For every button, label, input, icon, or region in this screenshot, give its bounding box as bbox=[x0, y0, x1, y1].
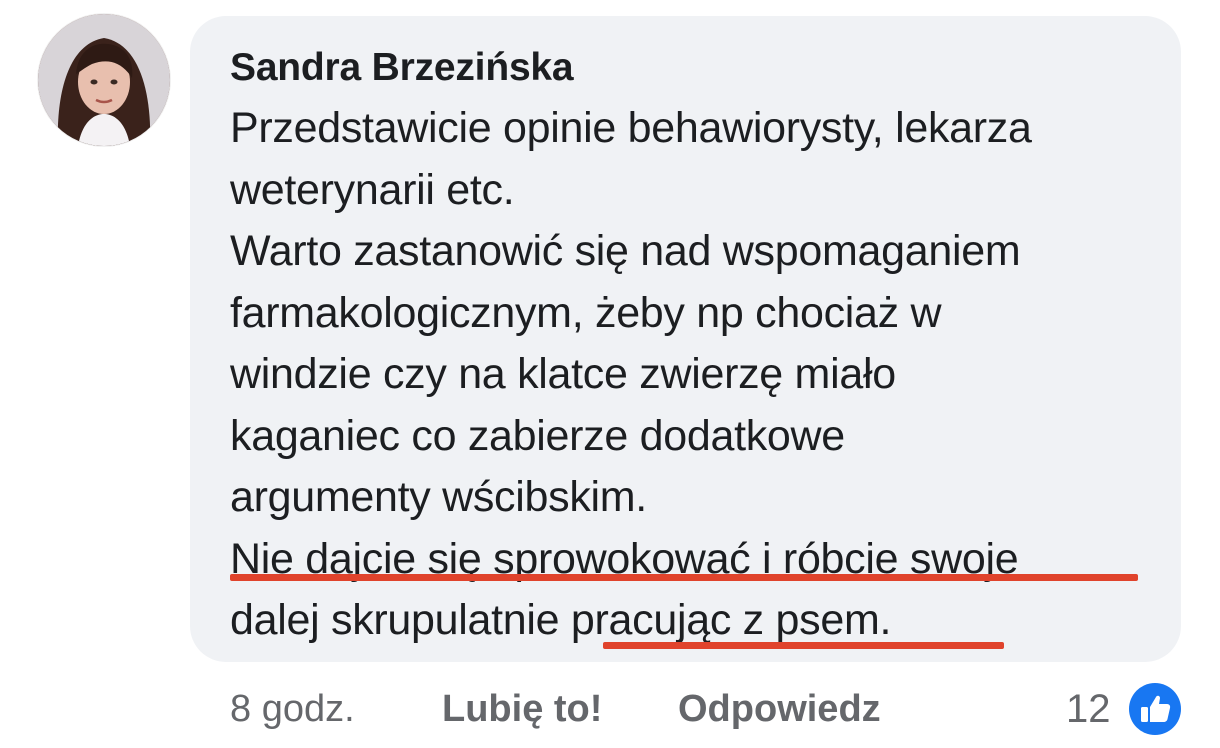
avatar[interactable] bbox=[38, 14, 170, 146]
comment-text-line: farmakologicznym, żeby np chociaż w bbox=[230, 288, 942, 337]
comment-author[interactable]: Sandra Brzezińska bbox=[230, 42, 1141, 94]
comment-text-line: argumenty wścibskim. bbox=[230, 473, 647, 521]
comment-text-line: kaganiec co zabierze dodatkowe bbox=[230, 411, 845, 460]
comment-timestamp[interactable]: 8 godz. bbox=[230, 684, 355, 734]
reaction-count[interactable]: 12 bbox=[1066, 684, 1111, 734]
comment-text-line: windzie czy na klatce zwierzę miało bbox=[230, 350, 896, 398]
thumbs-up-icon[interactable] bbox=[1126, 680, 1184, 738]
comment-text-line: Przedstawicie opinie behawiorysty, lekar… bbox=[230, 104, 1032, 152]
comment-bubble: Sandra Brzezińska Przedstawicie opinie b… bbox=[190, 16, 1181, 662]
like-button[interactable]: Lubię to! bbox=[442, 684, 602, 734]
profile-photo-icon bbox=[38, 14, 170, 146]
highlight-underline bbox=[230, 574, 1138, 581]
comment-text-line: Warto zastanowić się nad wspomaganiem bbox=[230, 227, 1021, 275]
reply-button[interactable]: Odpowiedz bbox=[678, 684, 881, 734]
comment-text-line: weterynarii etc. bbox=[230, 165, 515, 214]
highlight-underline bbox=[603, 642, 1004, 649]
